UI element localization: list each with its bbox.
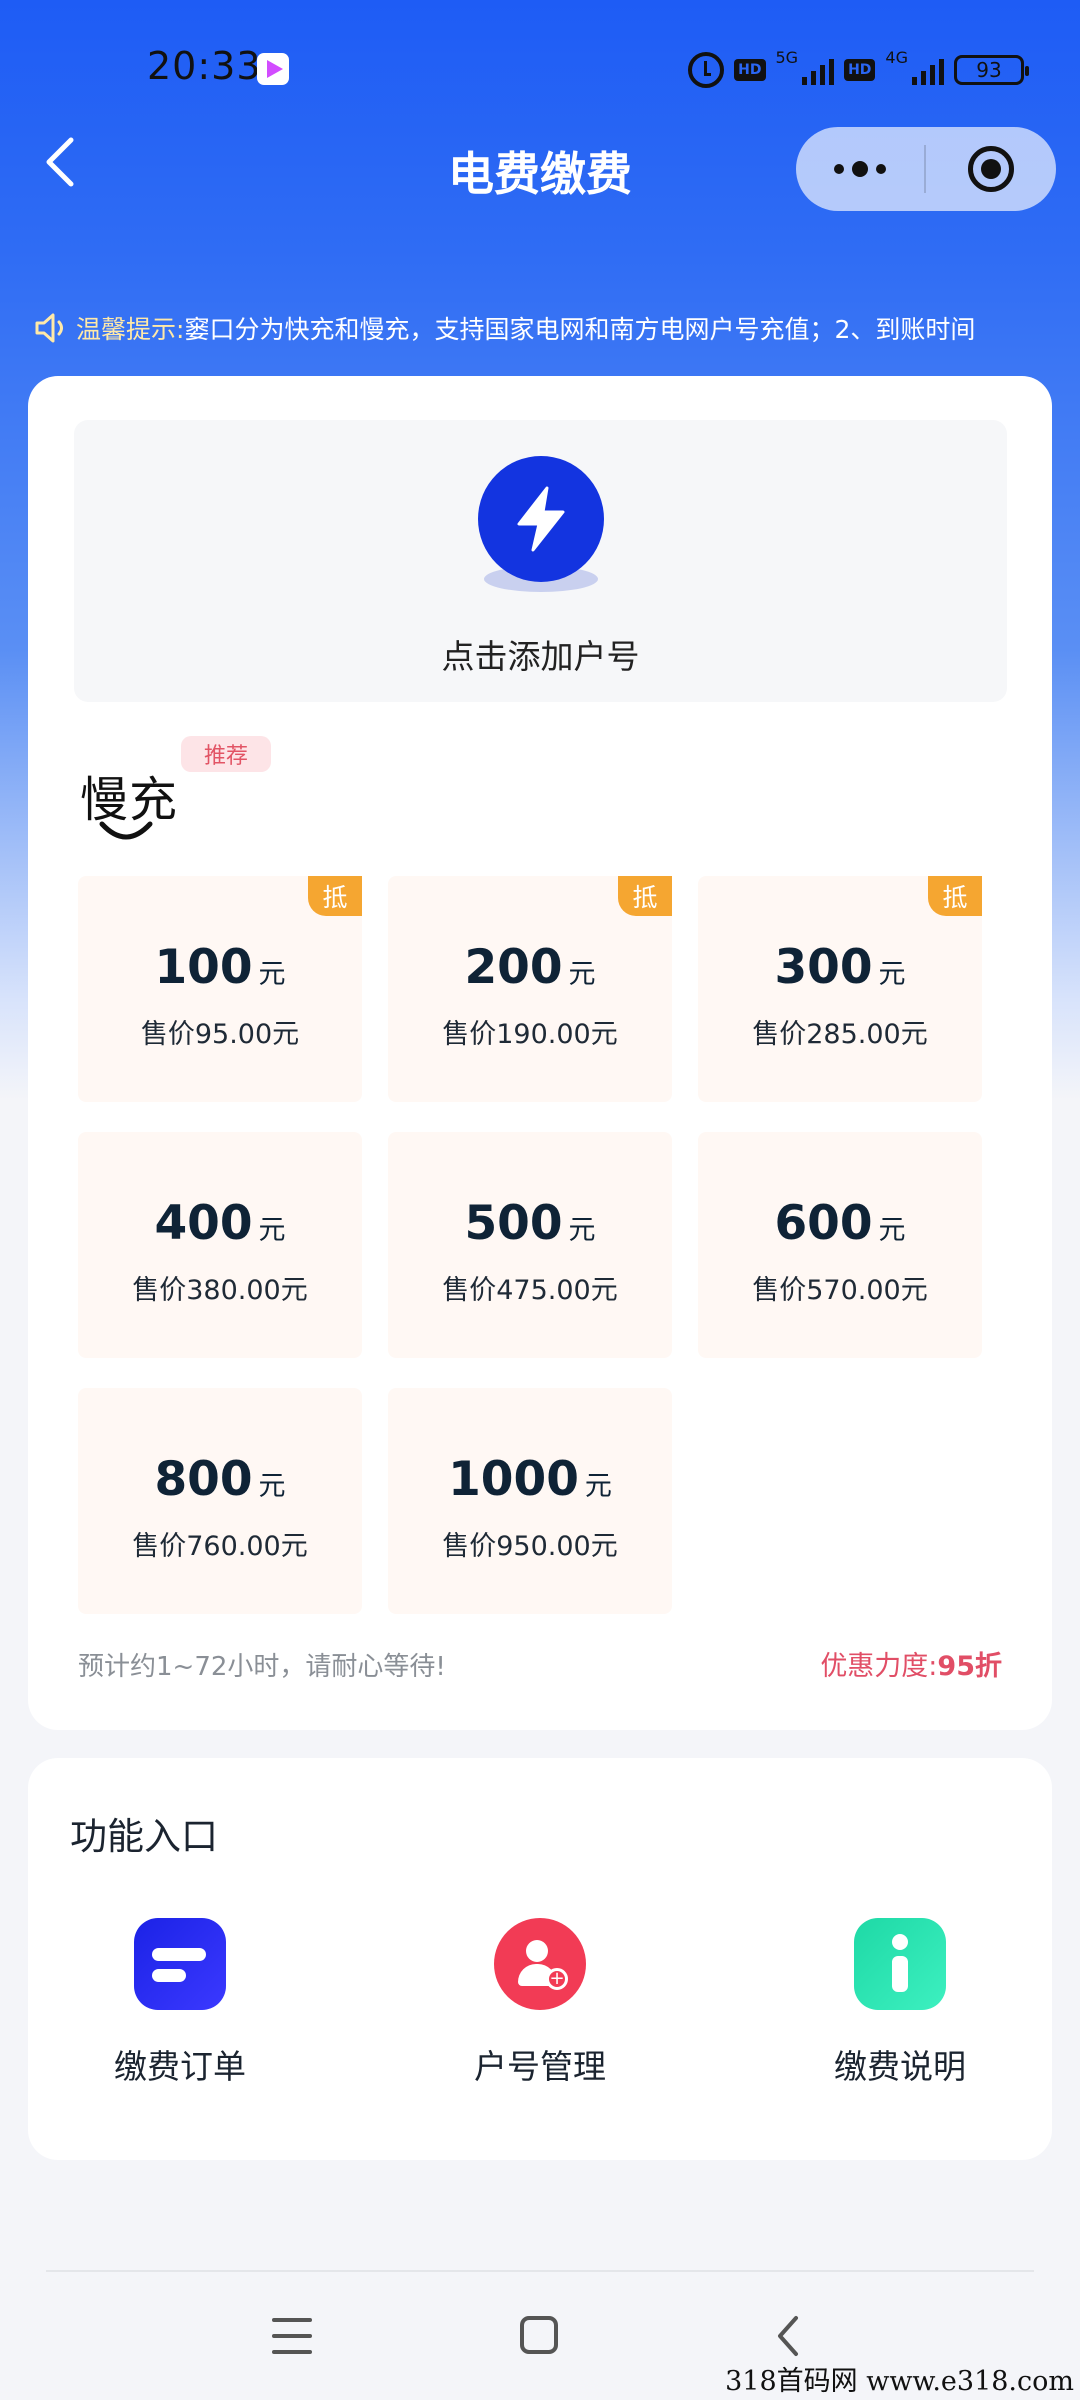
hd-badge: HD — [734, 59, 766, 81]
add-account-label: 点击添加户号 — [441, 637, 640, 676]
orders-icon — [134, 1918, 226, 2010]
amount-tile-200[interactable]: 200 元 售价190.00元 抵 — [388, 876, 672, 1102]
amount-price: 售价380.00元 — [132, 1275, 308, 1306]
orders-label: 缴费订单 — [114, 2047, 246, 2086]
app-play-icon — [257, 53, 289, 85]
amount-tile-800[interactable]: 800 元 售价760.00元 — [78, 1388, 362, 1614]
amount-unit: 元 — [878, 1215, 906, 1246]
battery-icon: 93 — [954, 55, 1029, 85]
amount-tile-1000[interactable]: 1000 元 售价950.00元 — [388, 1388, 672, 1614]
nav-bar: 电费缴费 — [0, 110, 1080, 220]
amount-unit: 元 — [258, 1215, 286, 1246]
function-card: 功能入口 缴费订单 + 户号管理 缴费说明 — [28, 1758, 1052, 2160]
notice-marquee: 温馨提示: 窭口分为快充和慢充，支持国家电网和南方电网户号充值；2、到账时间 — [34, 303, 1080, 353]
amount-price: 售价570.00元 — [752, 1275, 928, 1306]
discount-value: 95折 — [937, 1651, 1002, 1682]
target-circle-icon — [968, 146, 1014, 192]
status-time: 20:33 — [147, 44, 262, 88]
amount-price: 售价475.00元 — [442, 1275, 618, 1306]
amount-value: 200 — [464, 940, 563, 995]
amount-unit: 元 — [258, 959, 286, 990]
bolt-badge — [476, 456, 606, 606]
add-account-button[interactable]: 点击添加户号 — [74, 420, 1007, 702]
status-icons: HD 5G HD 4G 93 — [688, 48, 1029, 92]
discount-info: 优惠力度:95折 — [820, 1644, 1002, 1683]
amount-price: 售价95.00元 — [140, 1019, 300, 1050]
amount-value: 1000 — [448, 1452, 579, 1507]
speaker-icon — [35, 313, 63, 343]
deduct-badge: 抵 — [308, 876, 362, 916]
notice-text: 窭口分为快充和慢充，支持国家电网和南方电网户号充值；2、到账时间 — [184, 315, 976, 344]
smile-underline-icon — [99, 821, 153, 840]
amount-unit: 元 — [584, 1471, 612, 1502]
signal-icon — [802, 55, 835, 85]
discount-label: 优惠力度: — [820, 1651, 938, 1682]
amount-unit: 元 — [878, 959, 906, 990]
instructions-label: 缴费说明 — [834, 2047, 966, 2086]
amount-tile-600[interactable]: 600 元 售价570.00元 — [698, 1132, 982, 1358]
amount-price: 售价950.00元 — [442, 1531, 618, 1562]
amount-value: 400 — [154, 1196, 253, 1251]
account-manage-entry[interactable]: + 户号管理 — [440, 1918, 640, 2088]
amount-unit: 元 — [568, 959, 596, 990]
network-4g-label: 4G — [885, 48, 908, 67]
instructions-entry[interactable]: 缴费说明 — [800, 1918, 1000, 2088]
more-dots-icon[interactable] — [796, 161, 924, 177]
miniapp-capsule — [796, 127, 1056, 211]
amount-tile-500[interactable]: 500 元 售价475.00元 — [388, 1132, 672, 1358]
account-manage-icon: + — [494, 1918, 586, 2010]
network-5g-label: 5G — [775, 48, 799, 67]
amount-value: 800 — [154, 1452, 253, 1507]
amount-value: 100 — [154, 940, 253, 995]
info-icon — [854, 1918, 946, 2010]
amount-tile-100[interactable]: 100 元 售价95.00元 抵 — [78, 876, 362, 1102]
amount-value: 300 — [774, 940, 873, 995]
amount-value: 500 — [464, 1196, 563, 1251]
close-miniapp-button[interactable] — [926, 146, 1056, 192]
home-icon[interactable] — [520, 2316, 558, 2354]
lightning-bolt-icon — [478, 456, 604, 582]
amount-unit: 元 — [568, 1215, 596, 1246]
deduct-badge: 抵 — [618, 876, 672, 916]
recommend-badge: 推荐 — [181, 736, 271, 772]
account-manage-label: 户号管理 — [474, 2047, 606, 2086]
amount-tile-300[interactable]: 300 元 售价285.00元 抵 — [698, 876, 982, 1102]
notice-label: 温馨提示: — [76, 315, 185, 344]
amount-unit: 元 — [258, 1471, 286, 1502]
amount-price: 售价760.00元 — [132, 1531, 308, 1562]
amount-value: 600 — [774, 1196, 873, 1251]
amount-price: 售价285.00元 — [752, 1019, 928, 1050]
recharge-card: 点击添加户号 慢充 推荐 100 元 售价95.00元 抵 200 元 售价190.… — [28, 376, 1052, 1730]
signal-icon-2 — [912, 55, 944, 85]
back-icon[interactable] — [774, 2314, 802, 2358]
amount-price: 售价190.00元 — [442, 1019, 618, 1050]
alarm-icon — [688, 52, 725, 88]
hd-badge-2: HD — [844, 59, 876, 81]
orders-entry[interactable]: 缴费订单 — [80, 1918, 280, 2088]
menu-icon[interactable] — [272, 2318, 312, 2354]
amount-tile-400[interactable]: 400 元 售价380.00元 — [78, 1132, 362, 1358]
deduct-badge: 抵 — [928, 876, 982, 916]
watermark-text: 318首码网 www.e318.com — [725, 2366, 1074, 2397]
nav-divider — [46, 2270, 1034, 2272]
eta-text: 预计约1~72小时，请耐心等待! — [78, 1652, 446, 1682]
function-title: 功能入口 — [70, 1815, 218, 1858]
